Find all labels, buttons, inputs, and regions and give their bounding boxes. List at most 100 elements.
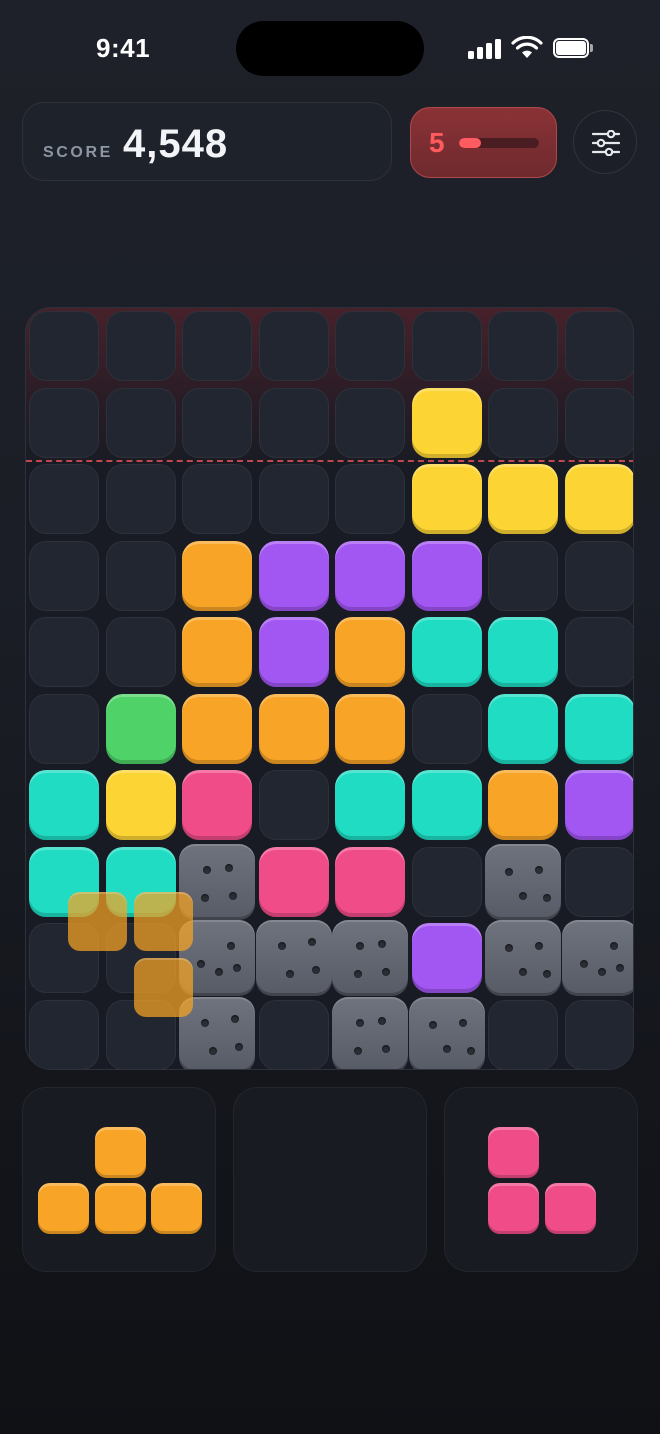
empty-cell [335, 311, 405, 381]
yellow-block [411, 464, 482, 534]
stone-block [332, 996, 408, 1069]
purple-block [335, 540, 405, 611]
stone-hole [378, 940, 386, 948]
empty-cell [564, 311, 633, 381]
pink-piece-block [544, 1183, 596, 1235]
level-meter: 5 [410, 107, 557, 178]
orange-block [335, 617, 405, 687]
purple-block [258, 540, 329, 611]
empty-cell [29, 693, 99, 764]
stone-hole [235, 1042, 243, 1051]
stone-block [485, 843, 561, 920]
stone-hole [615, 964, 624, 972]
stone-hole [382, 1044, 390, 1053]
orange-piece-block [151, 1183, 202, 1235]
empty-cell [29, 464, 99, 534]
yellow-block [488, 464, 558, 534]
ghost-block [68, 892, 127, 951]
empty-cell [105, 387, 176, 458]
stone-hole [201, 1018, 209, 1027]
stone-hole [466, 1046, 475, 1055]
empty-cell [335, 387, 405, 458]
empty-cell [105, 464, 176, 534]
empty-cell [335, 464, 405, 534]
stone-hole [229, 891, 237, 900]
empty-cell [182, 311, 252, 381]
orange-block [182, 617, 252, 687]
level-progress-fill [459, 138, 482, 148]
stone-hole [231, 1014, 239, 1023]
stone-hole [535, 942, 543, 950]
stone-hole [354, 970, 362, 978]
stone-block [332, 920, 408, 996]
yellow-block [564, 464, 633, 534]
empty-cell [29, 387, 99, 458]
stone-hole [209, 1046, 217, 1055]
score-panel: SCORE 4,548 [22, 102, 392, 181]
pink-piece-block [488, 1183, 540, 1235]
orange-piece-block [94, 1183, 146, 1235]
piece-slot-2[interactable] [233, 1087, 427, 1272]
level-progress-track [459, 138, 539, 148]
orange-piece-block [94, 1126, 146, 1178]
piece-slot-1[interactable] [22, 1087, 216, 1272]
battery-icon [553, 38, 593, 58]
dynamic-island [236, 21, 424, 76]
stone-hole [233, 964, 241, 972]
pink-block [335, 846, 405, 917]
empty-cell [258, 387, 329, 458]
orange-block [182, 693, 252, 764]
stone-hole [285, 970, 294, 978]
stone-hole [609, 942, 618, 950]
stone-hole [382, 968, 390, 976]
stone-hole [428, 1020, 437, 1029]
stone-hole [277, 942, 286, 950]
teal-block [488, 617, 558, 687]
stone-hole [225, 863, 233, 872]
ghost-block [134, 958, 193, 1017]
stone-hole [354, 1046, 362, 1055]
stone-block [408, 996, 485, 1069]
empty-cell [105, 617, 176, 687]
empty-cell [411, 693, 482, 764]
green-block [105, 693, 176, 764]
empty-cell [488, 311, 558, 381]
empty-cell [182, 387, 252, 458]
danger-line [26, 460, 633, 462]
stone-hole [442, 1044, 451, 1053]
stone-block [255, 920, 332, 996]
stone-hole [215, 968, 223, 976]
game-board[interactable] [25, 307, 634, 1070]
settings-button[interactable] [573, 110, 637, 174]
ghost-block [134, 892, 193, 951]
wifi-icon [511, 36, 543, 58]
stone-hole [543, 893, 551, 902]
empty-cell [411, 846, 482, 917]
piece-slot-3[interactable] [444, 1087, 638, 1272]
pink-piece-block [488, 1126, 540, 1178]
stone-hole [458, 1018, 467, 1027]
stone-hole [505, 944, 513, 952]
stone-hole [519, 891, 527, 900]
stone-hole [356, 942, 364, 950]
stone-hole [579, 960, 588, 968]
stone-hole [535, 865, 543, 874]
empty-cell [564, 540, 633, 611]
yellow-block [411, 387, 482, 458]
teal-block [335, 770, 405, 840]
orange-block [182, 540, 252, 611]
empty-cell [564, 387, 633, 458]
teal-block [29, 770, 99, 840]
empty-cell [258, 311, 329, 381]
stone-hole [307, 938, 316, 946]
orange-piece-block [38, 1183, 89, 1235]
orange-block [335, 693, 405, 764]
score-label: SCORE [43, 144, 113, 161]
purple-block [258, 617, 329, 687]
pink-block [258, 846, 329, 917]
orange-block [258, 693, 329, 764]
stone-hole [543, 970, 551, 978]
cellular-signal-icon [468, 37, 502, 59]
empty-cell [182, 464, 252, 534]
pink-block [182, 770, 252, 840]
